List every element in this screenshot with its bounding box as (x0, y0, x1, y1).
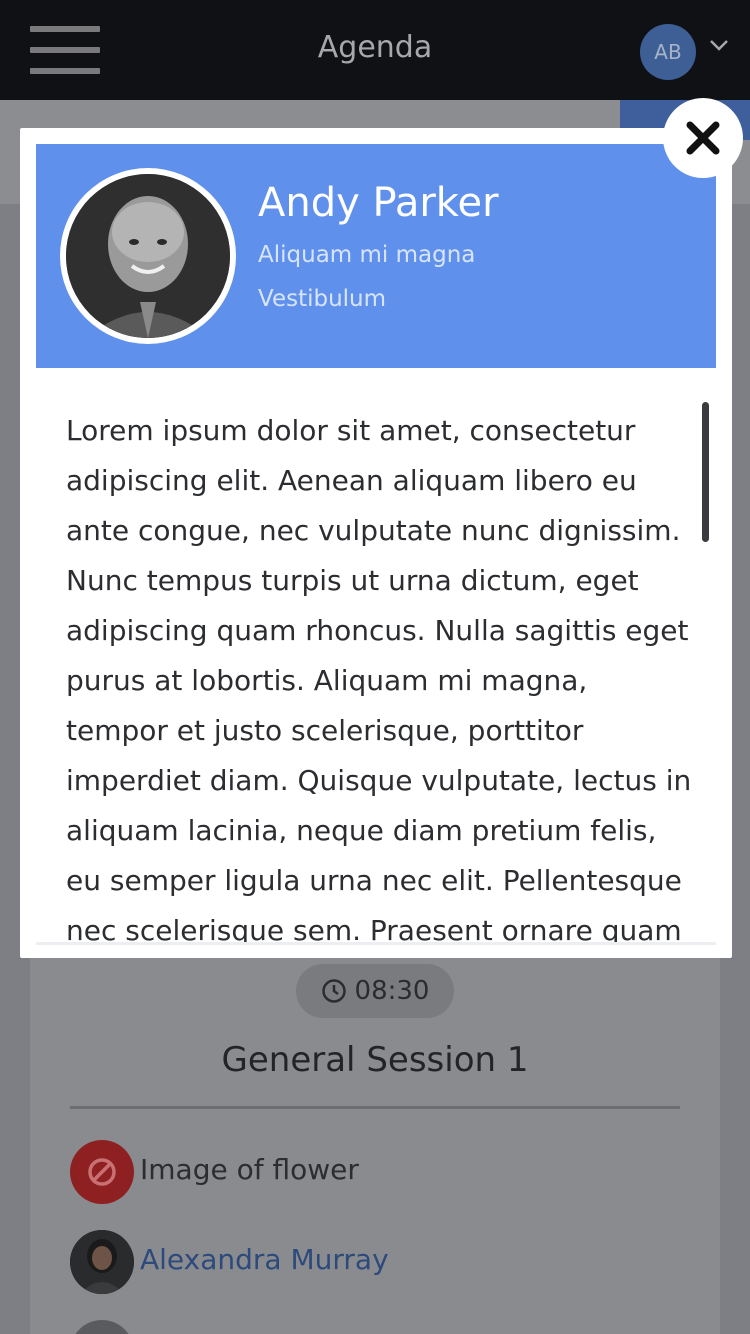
speaker-subtitle: Aliquam mi magna (258, 242, 476, 268)
divider (70, 1106, 680, 1109)
speaker-subtitle: Vestibulum (258, 286, 387, 312)
chevron-down-icon[interactable] (708, 34, 730, 56)
blocked-icon (70, 1140, 134, 1204)
session-time-badge: 08:30 (296, 964, 454, 1018)
speaker-header: Andy Parker Aliquam mi magna Vestibulum (36, 144, 716, 368)
session-time: 08:30 (354, 976, 430, 1006)
session-title: General Session 1 (221, 1040, 529, 1080)
speaker-bio: Lorem ipsum dolor sit amet, consectetur … (66, 414, 692, 942)
speaker-photo (60, 168, 236, 344)
speaker-modal: Andy Parker Aliquam mi magna Vestibulum … (20, 128, 732, 958)
top-bar: Agenda AB (0, 0, 750, 100)
user-avatar[interactable]: AB (640, 24, 696, 80)
speaker-name: Andy Parker (258, 180, 499, 226)
speaker-avatar[interactable] (70, 1230, 134, 1294)
divider (36, 942, 716, 945)
scrollbar[interactable] (702, 402, 709, 542)
speaker-link[interactable]: Alexandra Murray (140, 1243, 389, 1276)
clock-icon (321, 979, 346, 1003)
close-icon (686, 121, 720, 155)
list-item-label: Image of flower (140, 1153, 359, 1186)
page-title: Agenda (317, 30, 433, 65)
close-button[interactable] (663, 98, 743, 178)
